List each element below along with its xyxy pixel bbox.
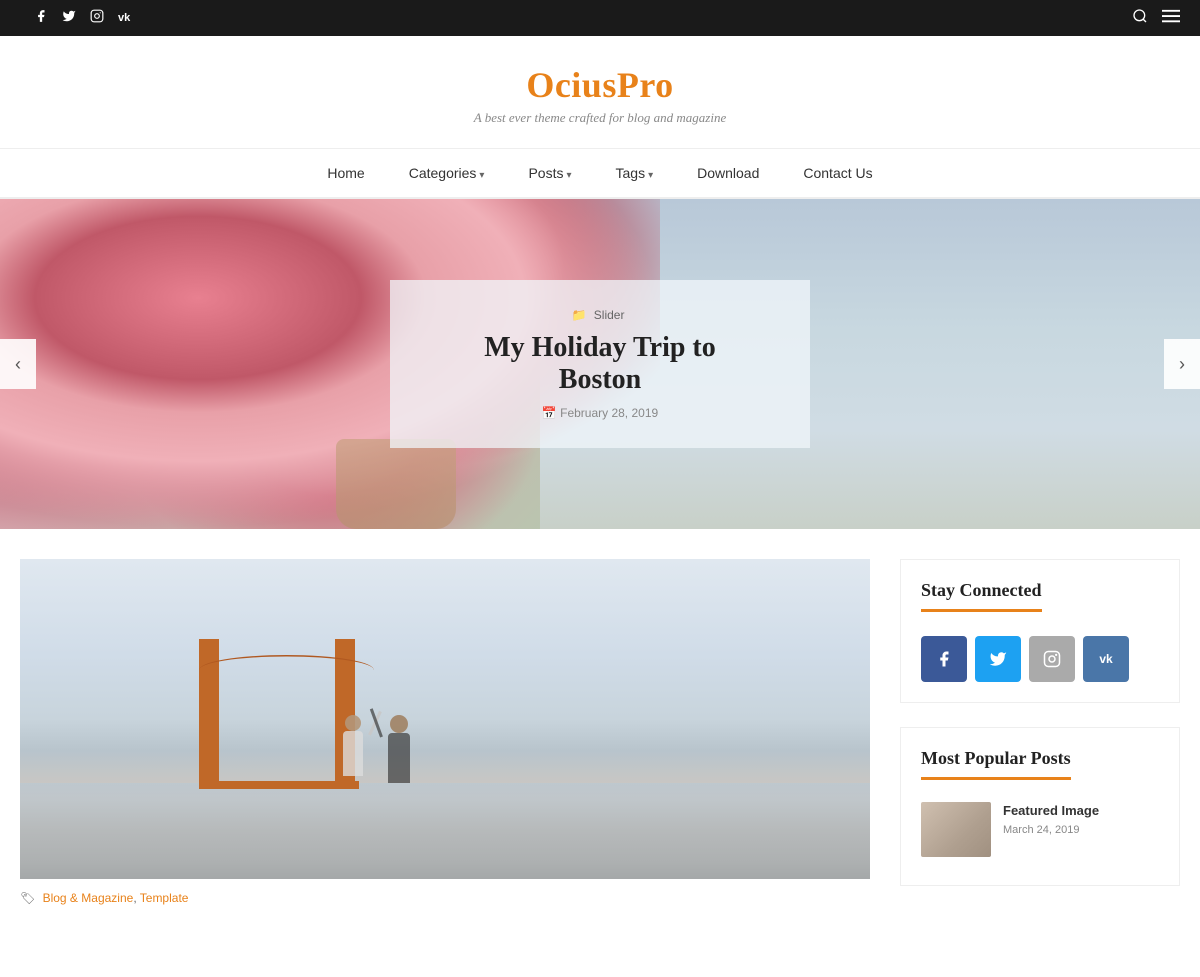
nav-link-home[interactable]: Home (305, 149, 386, 197)
slider-category: 📁 Slider (440, 308, 760, 322)
nav-item-categories[interactable]: Categories▾ (387, 149, 507, 197)
sidebar: Stay Connected vk Most Popular Posts (900, 559, 1180, 947)
main-content: 🏷 Blog & Magazine, Template (20, 559, 870, 947)
instagram-button[interactable] (1029, 636, 1075, 682)
tag-icon: 🏷 (20, 891, 35, 905)
slider-background: 📁 Slider My Holiday Trip to Boston 📅 Feb… (0, 199, 1200, 529)
nav-link-posts[interactable]: Posts▾ (506, 149, 593, 197)
facebook-button[interactable] (921, 636, 967, 682)
top-bar-social:  vk (20, 9, 130, 28)
top-facebook-icon[interactable] (34, 9, 48, 28)
slider-date: 📅 February 28, 2019 (440, 406, 760, 420)
category-blog[interactable]: Blog & Magazine (43, 891, 134, 905)
search-icon[interactable] (1132, 8, 1148, 29)
popular-post-title[interactable]: Featured Image (1003, 802, 1159, 820)
popular-posts-title: Most Popular Posts (921, 748, 1071, 780)
bridge-background (20, 559, 870, 879)
dropdown-arrow: ▾ (566, 170, 571, 181)
nav-item-tags[interactable]: Tags▾ (594, 149, 676, 197)
nav-link-categories[interactable]: Categories▾ (387, 149, 507, 197)
water (20, 783, 870, 879)
body-1 (343, 731, 363, 776)
dropdown-arrow: ▾ (479, 170, 484, 181)
calendar-icon: 📅 (542, 406, 557, 420)
post-meta: 🏷 Blog & Magazine, Template (20, 879, 870, 917)
head-1 (345, 715, 361, 731)
hero-slider: 📁 Slider My Holiday Trip to Boston 📅 Feb… (0, 199, 1200, 529)
top-vk-icon[interactable]: vk (118, 12, 130, 24)
body-2 (388, 733, 410, 783)
people (343, 715, 410, 783)
bridge-cable (199, 655, 374, 685)
stay-connected-widget: Stay Connected vk (900, 559, 1180, 703)
post-card: 🏷 Blog & Magazine, Template (20, 559, 870, 917)
slider-prev-button[interactable]: ‹ (0, 339, 36, 389)
slider-caption: 📁 Slider My Holiday Trip to Boston 📅 Feb… (390, 280, 810, 448)
nav-link-contact[interactable]: Contact Us (781, 149, 894, 197)
main-container: 🏷 Blog & Magazine, Template Stay Connect… (0, 529, 1200, 977)
nav-link-tags[interactable]: Tags▾ (594, 149, 676, 197)
vk-button[interactable]: vk (1083, 636, 1129, 682)
slider-title: My Holiday Trip to Boston (440, 332, 760, 396)
top-bar-actions (1132, 8, 1180, 29)
nav-link-download[interactable]: Download (675, 149, 781, 197)
popular-post-info: Featured Image March 24, 2019 (1003, 802, 1159, 836)
popular-posts-widget: Most Popular Posts Featured Image March … (900, 727, 1180, 886)
nav-item-download[interactable]: Download (675, 149, 781, 197)
top-bar:  vk (0, 0, 1200, 36)
folder-icon: 📁 (572, 308, 587, 322)
thumb-image (921, 802, 991, 857)
post-featured-image (20, 559, 870, 879)
social-icons-row: vk (921, 636, 1159, 682)
popular-post-thumb (921, 802, 991, 857)
bridge-deck (199, 781, 359, 789)
head-2 (390, 715, 408, 733)
site-title[interactable]: OciusPro (0, 64, 1200, 106)
twitter-button[interactable] (975, 636, 1021, 682)
site-tagline: A best ever theme crafted for blog and m… (0, 110, 1200, 126)
person-2 (388, 715, 410, 783)
popular-post-item: Featured Image March 24, 2019 (921, 794, 1159, 865)
nav-item-posts[interactable]: Posts▾ (506, 149, 593, 197)
site-header: OciusPro A best ever theme crafted for b… (0, 36, 1200, 149)
person-1 (343, 715, 363, 783)
category-template[interactable]: Template (140, 891, 189, 905)
menu-icon[interactable] (1162, 8, 1180, 29)
popular-post-date: March 24, 2019 (1003, 824, 1159, 836)
nav-item-home[interactable]: Home (305, 149, 386, 197)
dropdown-arrow: ▾ (648, 170, 653, 181)
stay-connected-title: Stay Connected (921, 580, 1042, 612)
slider-next-button[interactable]: › (1164, 339, 1200, 389)
main-nav: Home Categories▾ Posts▾ Tags▾ Download C… (0, 149, 1200, 199)
nav-item-contact[interactable]: Contact Us (781, 149, 894, 197)
flower-pot (336, 439, 456, 529)
top-instagram-icon[interactable] (90, 9, 104, 28)
top-twitter-icon[interactable] (62, 9, 76, 28)
